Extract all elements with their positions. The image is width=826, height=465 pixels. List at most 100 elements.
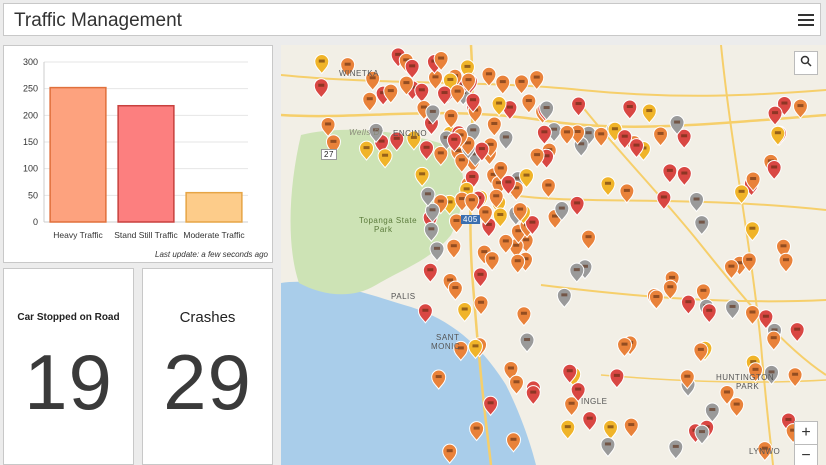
car-icon <box>604 181 611 185</box>
car-icon <box>517 207 524 211</box>
car-icon <box>481 250 488 254</box>
crashes-label: Crashes <box>179 309 236 326</box>
car-icon <box>422 308 429 312</box>
map-canvas[interactable] <box>281 45 826 465</box>
car-icon <box>482 210 489 214</box>
car-icon <box>448 114 455 118</box>
car-icon <box>781 101 788 105</box>
car-icon <box>437 199 444 203</box>
car-icon <box>533 75 540 79</box>
car-icon <box>427 268 434 272</box>
car-icon <box>749 226 756 230</box>
car-icon <box>403 81 410 85</box>
last-update-text: Last update: a few seconds ago <box>155 250 268 259</box>
label-santa-monica-1: SANT <box>436 333 460 342</box>
y-tick-label: 200 <box>23 110 38 120</box>
zoom-out-button[interactable]: − <box>794 444 818 465</box>
car-icon <box>611 127 618 131</box>
car-icon <box>772 111 779 115</box>
car-icon <box>325 122 332 126</box>
car-icon <box>473 426 480 430</box>
car-icon <box>478 147 485 151</box>
car-icon <box>464 64 471 68</box>
car-icon <box>780 244 787 248</box>
car-icon <box>477 272 484 276</box>
car-icon <box>700 288 707 292</box>
app-header: Traffic Management <box>3 3 821 36</box>
traffic-map[interactable]: WINETKA Wells Dr ENCINO Topanga State Pa… <box>281 45 826 465</box>
car-icon <box>573 268 580 272</box>
car-icon <box>496 101 503 105</box>
car-icon <box>783 258 790 262</box>
car-icon <box>667 285 674 289</box>
car-icon <box>729 304 736 308</box>
car-icon <box>785 417 792 421</box>
car-icon <box>585 235 592 239</box>
car-icon <box>564 425 571 429</box>
car-icon <box>749 310 756 314</box>
car-icon <box>429 109 436 113</box>
car-icon <box>463 187 470 191</box>
car-icon <box>424 192 431 196</box>
car-icon <box>561 293 568 297</box>
zoom-in-button[interactable]: + <box>794 421 818 445</box>
map-search-button[interactable] <box>794 51 818 75</box>
car-icon <box>447 77 454 81</box>
car-icon <box>574 201 581 205</box>
car-icon <box>420 105 427 109</box>
car-icon <box>458 158 465 162</box>
car-icon <box>378 139 385 143</box>
car-icon <box>623 188 630 192</box>
car-icon <box>344 62 351 66</box>
car-icon <box>395 52 402 56</box>
car-icon <box>502 135 509 139</box>
car-icon <box>524 338 531 342</box>
car-icon <box>507 366 514 370</box>
car-icon <box>792 372 799 376</box>
car-icon <box>545 183 552 187</box>
car-icon <box>604 442 611 446</box>
car-icon <box>523 238 530 242</box>
car-icon <box>409 64 416 68</box>
car-icon <box>693 197 700 201</box>
car-icon <box>318 59 325 63</box>
car-icon <box>698 220 705 224</box>
label-inglewood: INGLE <box>581 397 608 406</box>
route-405-shield: 405 <box>461 215 480 224</box>
car-icon <box>529 220 536 224</box>
label-winnetka: WINETKA <box>339 69 379 78</box>
hamburger-menu-icon[interactable] <box>798 11 814 27</box>
car-icon <box>366 97 373 101</box>
car-icon <box>434 246 441 250</box>
label-topanga: Topanga State <box>359 216 418 225</box>
car-icon <box>684 374 691 378</box>
car-icon <box>685 300 692 304</box>
car-icon <box>505 180 512 184</box>
car-icon <box>709 408 716 412</box>
label-wells-dr: Wells Dr <box>349 128 384 137</box>
x-tick-label: Stand Still Traffic <box>114 230 178 240</box>
car-icon <box>419 172 426 176</box>
label-palisades: PALIS <box>391 292 416 301</box>
x-tick-label: Heavy Traffic <box>53 230 103 240</box>
car-icon <box>607 425 614 429</box>
car-icon <box>499 80 506 84</box>
car-icon <box>493 194 500 198</box>
car-icon <box>551 127 558 131</box>
car-icon <box>530 390 537 394</box>
car-icon <box>585 131 592 135</box>
car-icon <box>464 141 471 145</box>
y-tick-label: 50 <box>28 190 38 200</box>
car-icon <box>387 89 394 93</box>
car-icon <box>657 131 664 135</box>
car-icon <box>706 308 713 312</box>
car-icon <box>575 102 582 106</box>
label-park: Park <box>374 225 393 234</box>
car-icon <box>770 336 777 340</box>
car-icon <box>468 198 475 202</box>
car-icon <box>497 213 504 217</box>
car-icon <box>794 327 801 331</box>
car-icon <box>568 401 575 405</box>
car-icon <box>453 218 460 222</box>
car-icon <box>502 239 509 243</box>
